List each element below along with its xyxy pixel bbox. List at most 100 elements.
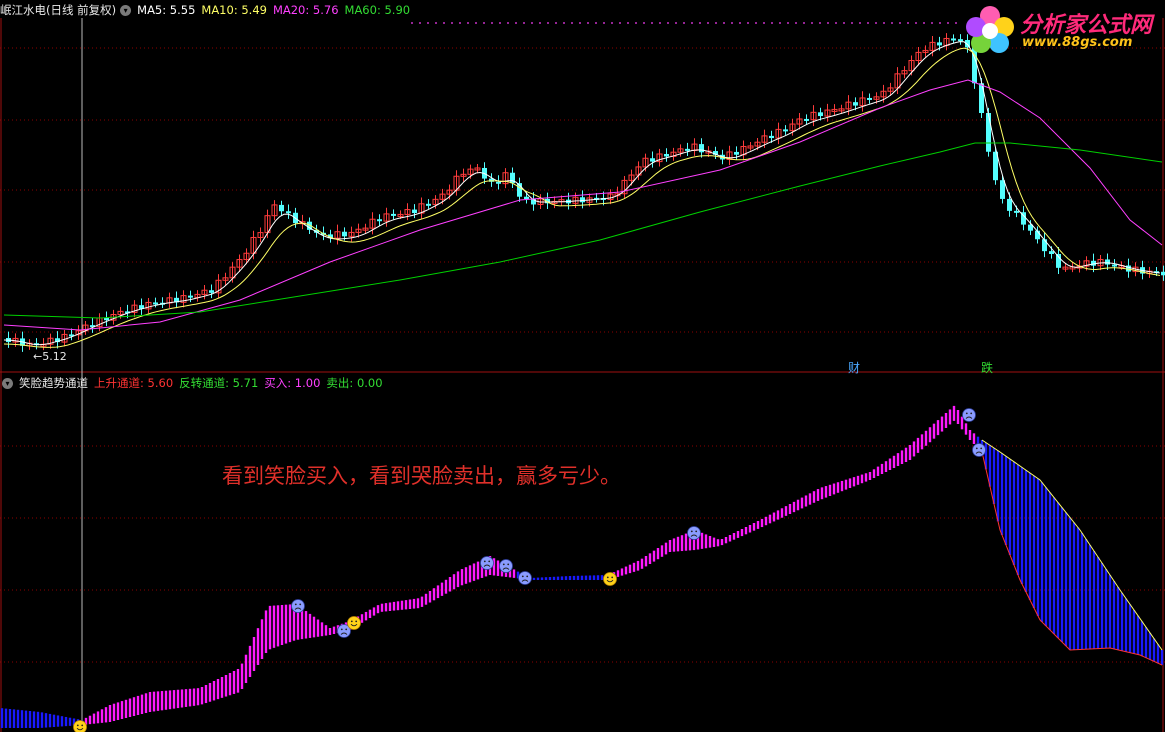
face-eye: [81, 724, 84, 727]
cry-face-icon: [962, 408, 976, 422]
candle-body: [153, 302, 158, 305]
candle-body: [286, 211, 291, 214]
candle-body: [1105, 259, 1110, 265]
cry-face-icon: [972, 443, 986, 457]
signal-dot: [779, 22, 781, 24]
face-disc: [499, 559, 513, 573]
candle-body: [1161, 271, 1165, 276]
signal-dot: [539, 22, 541, 24]
signal-dot: [683, 22, 685, 24]
signal-dot: [715, 22, 717, 24]
candle-body: [951, 38, 956, 41]
signal-dot: [955, 22, 957, 24]
signal-dot: [579, 22, 581, 24]
signal-dot: [491, 22, 493, 24]
cry-face-icon: [291, 599, 305, 613]
logo-url-text: www.88gs.com: [1022, 35, 1133, 50]
signal-dot: [635, 22, 637, 24]
main-header: 岷江水电(日线 前复权) ▾ MA5: 5.55 MA10: 5.49 MA20: 5.…: [0, 1, 416, 19]
face-eye: [526, 575, 529, 578]
signal-dot: [475, 22, 477, 24]
signal-dot: [835, 22, 837, 24]
signal-dot: [587, 22, 589, 24]
indicator-header: ▾ 笑脸趋势通道 上升通道: 5.60 反转通道: 5.71 买入: 1.00 卖出: 0…: [0, 374, 389, 392]
face-disc: [687, 526, 701, 540]
signal-dot: [563, 22, 565, 24]
signal-dot: [731, 22, 733, 24]
signal-dot: [555, 22, 557, 24]
cry-face-icon: [480, 556, 494, 570]
signal-dot: [611, 22, 613, 24]
signal-dot: [571, 22, 573, 24]
candle-body: [391, 213, 396, 216]
signal-dot: [931, 22, 933, 24]
signal-dot: [595, 22, 597, 24]
face-eye: [76, 724, 79, 727]
face-disc: [480, 556, 494, 570]
signal-dot: [763, 22, 765, 24]
candle-body: [804, 118, 809, 121]
buy-label: 买入: 1.00: [264, 376, 321, 390]
signal-dot: [851, 22, 853, 24]
face-disc: [962, 408, 976, 422]
candle-body: [1049, 251, 1054, 254]
ma10-label: MA10: 5.49: [201, 3, 267, 17]
face-eye: [965, 412, 968, 415]
site-logo: 分析家公式网 www.88gs.com: [962, 3, 1162, 55]
face-disc: [347, 616, 361, 630]
candle-body: [1112, 264, 1117, 267]
signal-dot: [659, 22, 661, 24]
signal-dot: [411, 22, 413, 24]
smile-face-icon: [603, 572, 617, 586]
cry-face-icon: [499, 559, 513, 573]
candle-body: [650, 158, 655, 162]
face-eye: [980, 447, 983, 450]
signal-dot: [883, 22, 885, 24]
sell-label: 卖出: 0.00: [326, 376, 383, 390]
cry-face-icon: [687, 526, 701, 540]
candle-body: [342, 231, 347, 237]
candle-body: [1042, 239, 1047, 252]
flower-logo-icon: [966, 6, 1014, 53]
signal-dot: [627, 22, 629, 24]
stock-chart-window: 岷江水电(日线 前复权) ▾ MA5: 5.55 MA10: 5.49 MA20: 5.…: [0, 0, 1165, 732]
ma20-label: MA20: 5.76: [272, 3, 339, 17]
face-eye: [507, 563, 510, 566]
signal-dot: [523, 22, 525, 24]
signal-dot: [875, 22, 877, 24]
chevron-down-icon[interactable]: ▾: [120, 5, 132, 16]
candle-body: [377, 219, 382, 222]
signal-dot: [443, 22, 445, 24]
candles-group: [6, 33, 1165, 352]
face-eye: [690, 530, 693, 533]
signal-dot: [739, 22, 741, 24]
face-eye: [606, 576, 609, 579]
signal-dot: [691, 22, 693, 24]
candle-body: [426, 203, 431, 206]
signal-dot: [435, 22, 437, 24]
candle-body: [685, 148, 690, 151]
signal-dot: [891, 22, 893, 24]
face-disc: [603, 572, 617, 586]
finance-event-marker[interactable]: 财: [848, 359, 860, 376]
drop-event-marker[interactable]: 跌: [981, 359, 993, 376]
smile-face-icon: [347, 616, 361, 630]
candle-body: [279, 204, 284, 212]
signal-dot: [859, 22, 861, 24]
candle-body: [734, 151, 739, 155]
signal-dot: [707, 22, 709, 24]
signal-dot: [675, 22, 677, 24]
indicator-title[interactable]: 笑脸趋势通道: [19, 376, 88, 390]
smile-face-icon: [73, 720, 87, 732]
candle-body: [188, 295, 193, 298]
ma60-line: [3, 142, 1163, 319]
candle-body: [867, 97, 872, 100]
candle-body: [937, 42, 942, 46]
signal-dot: [467, 22, 469, 24]
signal-dot: [819, 22, 821, 24]
face-eye: [521, 575, 524, 578]
stock-title[interactable]: 岷江水电(日线 前复权): [0, 3, 116, 17]
chevron-down-icon[interactable]: ▾: [2, 378, 13, 389]
candle-body: [496, 181, 501, 184]
face-eye: [970, 412, 973, 415]
